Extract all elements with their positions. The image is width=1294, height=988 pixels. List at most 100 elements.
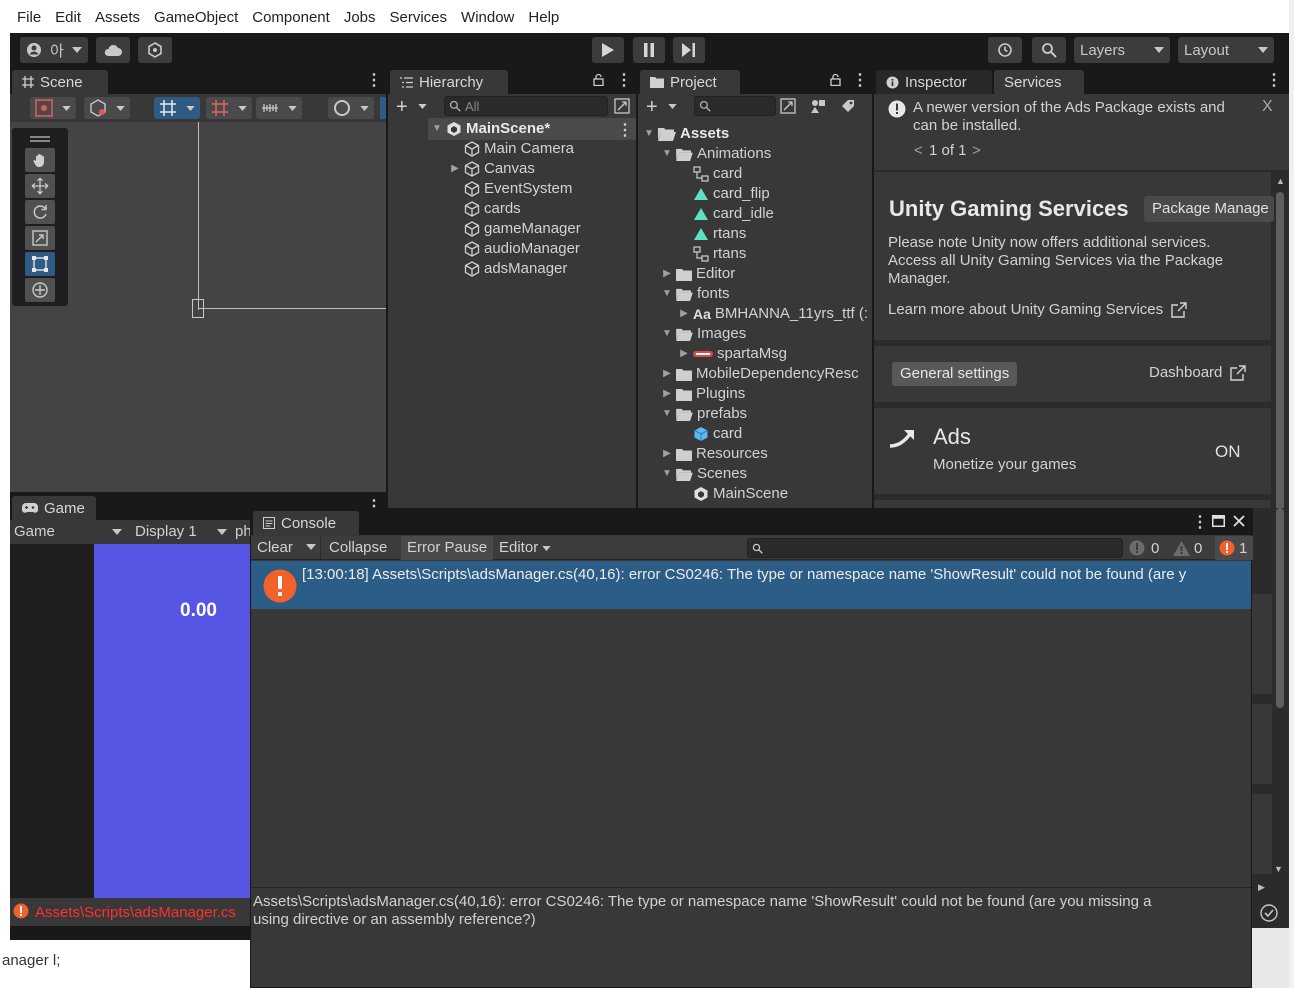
menu-edit[interactable]: Edit — [48, 0, 88, 33]
general-settings-button[interactable]: General settings — [892, 362, 1018, 386]
increment-snap-dropdown[interactable] — [206, 97, 252, 119]
hierarchy-item[interactable]: gameManager — [450, 219, 581, 239]
expand-arrow-icon[interactable]: ▼ — [662, 464, 672, 484]
project-item[interactable]: ▶ MobileDependencyResc — [662, 364, 858, 384]
expand-arrow-icon[interactable]: ▼ — [662, 404, 672, 424]
gizmos-dropdown[interactable] — [328, 97, 374, 119]
close-icon[interactable]: X — [1262, 98, 1273, 116]
expand-arrow-icon[interactable]: ▼ — [662, 324, 672, 344]
hierarchy-item[interactable]: EventSystem — [450, 179, 572, 199]
error-filter-toggle[interactable]: 1 — [1215, 536, 1253, 560]
console-more-icon[interactable]: ⋮ — [1192, 512, 1208, 532]
expand-arrow-icon[interactable]: ▶ — [662, 384, 672, 404]
menu-help[interactable]: Help — [521, 0, 566, 33]
project-item[interactable]: card — [679, 424, 742, 444]
scroll-right-icon[interactable]: ▶ — [1258, 882, 1265, 893]
tab-console[interactable]: Console — [253, 511, 359, 535]
clear-options-chevron-icon[interactable] — [306, 544, 316, 550]
expand-arrow-icon[interactable]: ▶ — [679, 344, 689, 364]
lock-icon[interactable] — [593, 73, 604, 86]
project-item[interactable]: ▼ Scenes — [662, 464, 747, 484]
cloud-button[interactable] — [96, 37, 130, 63]
add-icon[interactable]: + — [396, 96, 408, 119]
lock-icon[interactable] — [830, 73, 841, 86]
project-more-icon[interactable]: ⋮ — [852, 70, 868, 90]
scene-viewport[interactable] — [10, 122, 386, 492]
move-tool[interactable] — [25, 174, 55, 198]
project-item[interactable]: card_flip — [679, 184, 770, 204]
project-item[interactable]: ▼ Images — [662, 324, 746, 344]
filter-by-label-icon[interactable] — [840, 98, 856, 114]
hierarchy-item[interactable]: ▶ Canvas — [450, 159, 535, 179]
tab-services[interactable]: Services — [994, 70, 1084, 94]
tab-project[interactable]: Project — [640, 70, 740, 94]
scrollbar-thumb[interactable] — [1276, 508, 1284, 708]
game-viewport[interactable]: 0.00 — [10, 544, 250, 898]
log-filter-toggle[interactable]: 0 — [1129, 536, 1159, 560]
game-mode-dropdown[interactable]: Game — [14, 520, 122, 544]
console-split-divider[interactable] — [251, 887, 1251, 888]
chevron-down-icon[interactable] — [418, 104, 427, 109]
pager-prev-icon[interactable]: < — [914, 142, 923, 159]
project-search-input[interactable] — [694, 96, 776, 116]
hierarchy-item[interactable]: Main Camera — [450, 139, 574, 159]
project-item[interactable]: card_idle — [679, 204, 774, 224]
rect-tool[interactable] — [25, 252, 55, 276]
expand-arrow-icon[interactable]: ▶ — [450, 159, 460, 179]
search-button[interactable] — [1032, 37, 1066, 63]
check-circle-icon[interactable] — [1260, 904, 1278, 922]
ruler-dropdown[interactable] — [256, 97, 302, 119]
rect-handle[interactable] — [192, 299, 204, 318]
scene-visibility-icon[interactable] — [780, 98, 796, 114]
clear-button[interactable]: Clear — [251, 536, 299, 560]
tab-inspector[interactable]: Inspector — [876, 70, 992, 94]
package-manager-button[interactable]: Package Manage — [1144, 196, 1274, 222]
layout-dropdown[interactable]: Layout — [1178, 37, 1274, 63]
scroll-up-icon[interactable]: ▲ — [1276, 176, 1285, 186]
collapse-toggle[interactable]: Collapse — [323, 536, 393, 560]
shading-dropdown[interactable] — [84, 97, 130, 119]
expand-arrow-icon[interactable]: ▼ — [662, 284, 672, 304]
scene-root-item[interactable]: ▼ MainScene* — [432, 119, 550, 139]
menu-assets[interactable]: Assets — [88, 0, 147, 33]
project-item[interactable]: rtans — [679, 224, 746, 244]
menu-component[interactable]: Component — [245, 0, 337, 33]
layers-dropdown[interactable]: Layers — [1074, 37, 1170, 63]
dashboard-link[interactable]: Dashboard — [1149, 364, 1247, 381]
add-icon[interactable]: + — [646, 96, 658, 119]
project-item[interactable]: ▶ Editor — [662, 264, 735, 284]
expand-arrow-icon[interactable]: ▶ — [662, 264, 672, 284]
expand-arrow-icon[interactable]: ▶ — [662, 364, 672, 384]
scene-visibility-icon[interactable] — [614, 98, 630, 114]
collab-button[interactable] — [138, 37, 172, 63]
menu-file[interactable]: File — [10, 0, 48, 33]
hierarchy-search-input[interactable]: All — [444, 96, 608, 116]
warning-filter-toggle[interactable]: 0 — [1173, 536, 1202, 560]
scene-more-icon[interactable]: ⋮ — [366, 70, 382, 90]
transform-tool[interactable] — [25, 278, 55, 302]
status-error-text[interactable]: Assets\Scripts\adsManager.cs — [35, 904, 236, 921]
hierarchy-item[interactable]: audioManager — [450, 239, 580, 259]
step-button[interactable] — [673, 37, 705, 63]
pause-button[interactable] — [633, 37, 665, 63]
menu-services[interactable]: Services — [383, 0, 455, 33]
tab-hierarchy[interactable]: Hierarchy — [390, 70, 508, 94]
project-item[interactable]: ▶ Resources — [662, 444, 768, 464]
scale-tool[interactable] — [25, 226, 55, 250]
project-item[interactable]: ▶ Aa BMHANNA_11yrs_ttf (: — [679, 304, 868, 324]
expand-arrow-icon[interactable]: ▶ — [662, 444, 672, 464]
grid-snap-dropdown[interactable] — [154, 97, 200, 119]
account-dropdown[interactable]: 아 — [20, 37, 88, 63]
tab-scene[interactable]: Scene — [12, 70, 108, 94]
project-item[interactable]: ▼ prefabs — [662, 404, 747, 424]
hierarchy-item[interactable]: cards — [450, 199, 521, 219]
expand-arrow-icon[interactable]: ▶ — [679, 304, 689, 324]
scroll-down-icon[interactable]: ▼ — [1274, 864, 1283, 874]
assets-root-item[interactable]: ▼ Assets — [644, 124, 729, 144]
display-dropdown[interactable]: Display 1 — [135, 520, 227, 544]
log-entry[interactable]: [13:00:18] Assets\Scripts\adsManager.cs(… — [251, 561, 1251, 609]
draw-mode-dropdown[interactable] — [30, 97, 76, 119]
expand-arrow-icon[interactable]: ▼ — [662, 144, 672, 164]
error-pause-toggle[interactable]: Error Pause — [401, 536, 494, 560]
project-item[interactable]: rtans — [679, 244, 746, 264]
